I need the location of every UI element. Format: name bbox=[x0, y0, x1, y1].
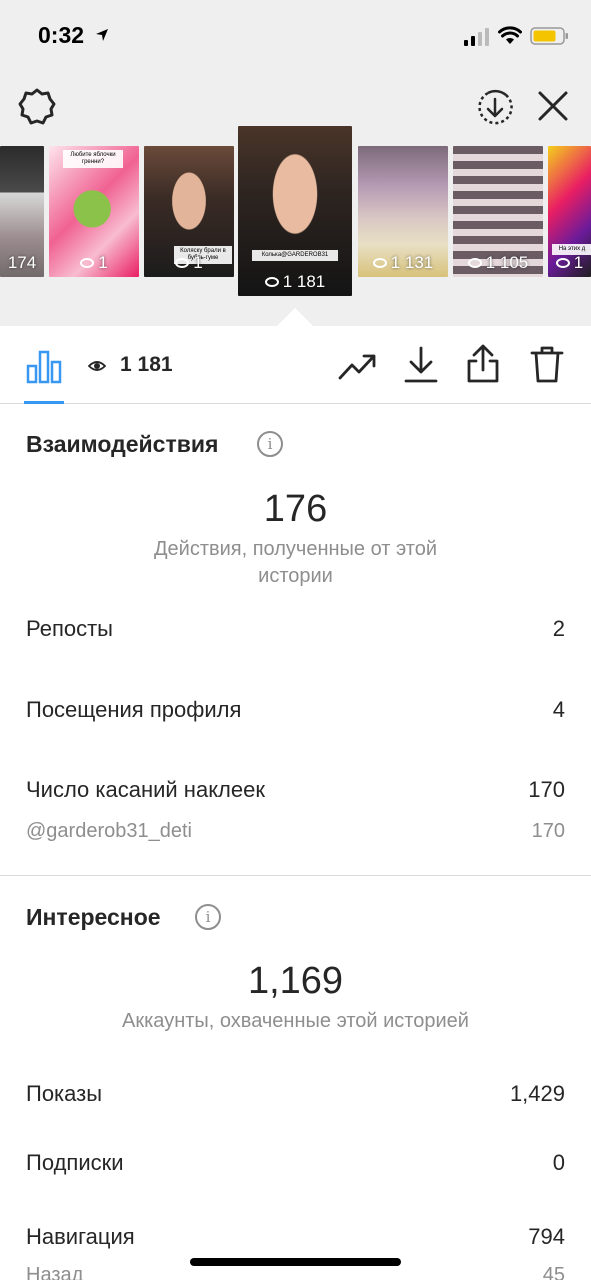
wifi-icon bbox=[498, 26, 522, 44]
battery-icon bbox=[530, 27, 568, 45]
thumbnail-views: 1 181 bbox=[238, 272, 352, 292]
thumbnail-views: 1 bbox=[49, 253, 139, 273]
sticker-taps-value: 170 bbox=[528, 777, 565, 802]
save-download-icon[interactable] bbox=[404, 346, 438, 384]
sticker-mention-value: 170 bbox=[531, 820, 565, 842]
status-bar: 0:32 bbox=[0, 0, 591, 70]
story-thumbnail[interactable]: Коляску брали в бубль-гуме 1 bbox=[144, 146, 234, 277]
eye-icon bbox=[372, 258, 387, 268]
thumbnail-views: 1 bbox=[144, 253, 234, 273]
interactions-title: Взаимодействия bbox=[26, 431, 219, 457]
back-label: Назад bbox=[26, 1264, 84, 1280]
story-thumbnail[interactable]: 174 bbox=[0, 146, 44, 277]
close-icon[interactable] bbox=[537, 90, 569, 122]
delete-trash-icon[interactable] bbox=[530, 344, 564, 384]
reposts-label: Репосты bbox=[26, 616, 113, 641]
thumbnail-caption: Колька@GARDEROB31 bbox=[252, 250, 338, 261]
eye-icon bbox=[80, 258, 95, 268]
discovery-info-icon[interactable]: i bbox=[195, 904, 221, 930]
thumbnail-views: 1 105 bbox=[453, 253, 543, 273]
story-thumbnail[interactable]: На этих д 1 bbox=[548, 146, 591, 277]
thumbnail-views: 1 bbox=[548, 253, 591, 273]
thumbnail-views: 174 bbox=[7, 253, 37, 272]
discovery-title: Интересное bbox=[26, 904, 161, 930]
follows-label: Подписки bbox=[26, 1150, 124, 1175]
sticker-mention-label[interactable]: @garderob31_deti bbox=[26, 820, 192, 843]
thumbnail-caption: Любите яблочки гренни? bbox=[63, 150, 123, 168]
status-time: 0:32 bbox=[38, 22, 85, 48]
navigation-label: Навигация bbox=[26, 1224, 135, 1249]
eye-icon bbox=[264, 277, 279, 287]
insights-bar-chart-icon[interactable] bbox=[26, 348, 62, 384]
story-thumbnail[interactable]: 1 131 bbox=[358, 146, 448, 277]
eye-icon bbox=[175, 258, 190, 268]
interactions-caption: Действия, полученные от этой истории bbox=[153, 538, 437, 587]
story-thumbnail[interactable]: 1 105 bbox=[453, 146, 543, 277]
insights-action-bar: 1 181 bbox=[0, 326, 591, 404]
story-thumbnail[interactable]: Любите яблочки гренни? 1 bbox=[49, 146, 139, 277]
profile-visits-value: 4 bbox=[552, 697, 565, 722]
interactions-total: 176 bbox=[263, 488, 328, 530]
selection-pointer bbox=[277, 308, 313, 326]
promote-trend-icon[interactable] bbox=[338, 350, 378, 382]
impressions-value: 1,429 bbox=[509, 1081, 565, 1106]
impressions-label: Показы bbox=[26, 1081, 103, 1106]
share-icon[interactable] bbox=[466, 344, 500, 384]
view-count: 1 181 bbox=[120, 353, 173, 376]
cellular-signal-icon bbox=[464, 28, 489, 46]
profile-visits-label: Посещения профиля bbox=[26, 697, 242, 722]
eye-icon bbox=[467, 258, 482, 268]
download-circle-icon[interactable] bbox=[476, 89, 514, 127]
reposts-value: 2 bbox=[552, 616, 565, 641]
follows-value: 0 bbox=[552, 1150, 565, 1175]
navigation-value: 794 bbox=[528, 1224, 565, 1249]
home-indicator[interactable] bbox=[190, 1258, 401, 1266]
eye-icon bbox=[555, 258, 570, 268]
active-tab-underline bbox=[24, 401, 64, 404]
story-thumbnail-selected[interactable]: Колька@GARDEROB31 1 181 bbox=[238, 126, 352, 296]
discovery-caption: Аккаунты, охваченные этой историей bbox=[122, 1010, 469, 1032]
back-value: 45 bbox=[542, 1264, 565, 1280]
thumbnail-views: 1 131 bbox=[358, 253, 448, 273]
section-divider bbox=[0, 875, 591, 876]
location-arrow-icon bbox=[96, 29, 108, 41]
discovery-total: 1,169 bbox=[247, 960, 344, 1002]
interactions-info-icon[interactable]: i bbox=[257, 431, 283, 457]
views-eye-icon bbox=[88, 361, 106, 371]
sticker-taps-label: Число касаний наклеек bbox=[26, 777, 265, 802]
settings-icon[interactable] bbox=[18, 88, 56, 126]
